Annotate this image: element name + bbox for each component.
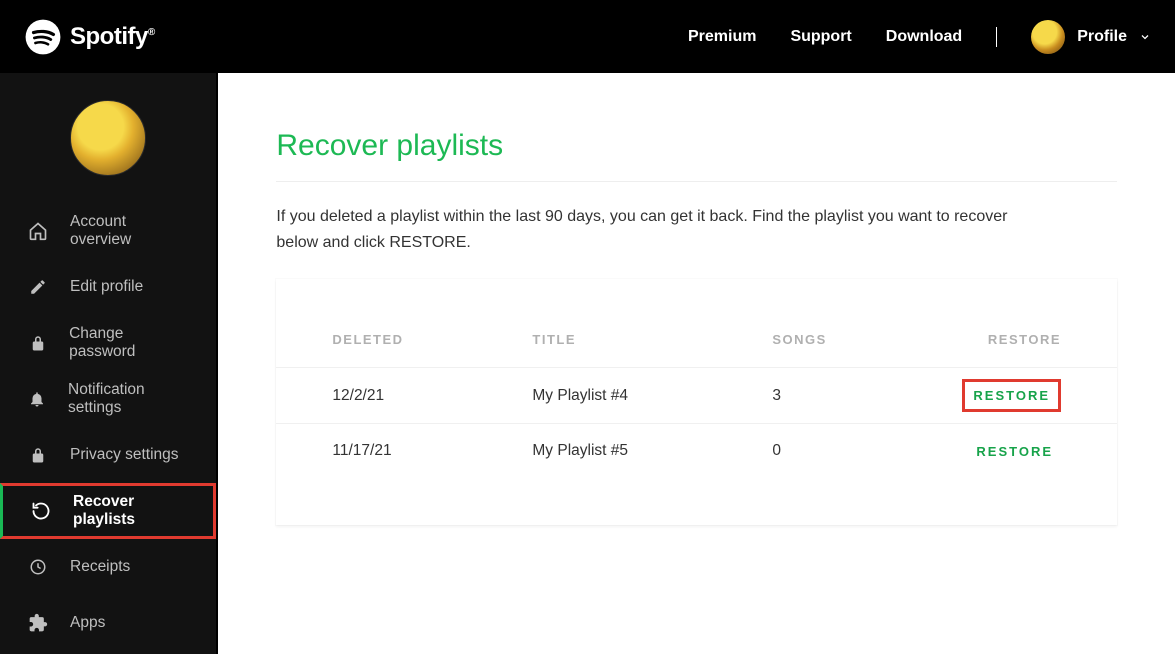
bell-icon (28, 389, 46, 409)
sidebar: Account overview Edit profile Change pas… (0, 73, 218, 654)
cell-deleted: 12/2/21 (332, 387, 532, 405)
table-row: 11/17/21 My Playlist #5 0 RESTORE (276, 423, 1117, 479)
sidebar-item-edit-profile[interactable]: Edit profile (0, 259, 216, 315)
restore-button[interactable]: RESTORE (962, 379, 1061, 412)
col-restore: RESTORE (962, 332, 1061, 347)
page-title: Recover playlists (276, 129, 1117, 163)
sidebar-item-label: Apps (70, 614, 105, 632)
chevron-down-icon (1139, 31, 1151, 43)
body: Account overview Edit profile Change pas… (0, 73, 1175, 654)
sidebar-item-change-password[interactable]: Change password (0, 315, 216, 371)
sidebar-item-notification-settings[interactable]: Notification settings (0, 371, 216, 427)
cell-deleted: 11/17/21 (332, 442, 532, 460)
table-row: 12/2/21 My Playlist #4 3 RESTORE (276, 367, 1117, 423)
cell-title: My Playlist #5 (532, 442, 772, 460)
cell-songs: 0 (772, 442, 962, 460)
divider (276, 181, 1117, 182)
cell-title: My Playlist #4 (532, 387, 772, 405)
refresh-icon (31, 501, 51, 521)
avatar-small (1031, 20, 1065, 54)
cell-restore: RESTORE (962, 379, 1061, 412)
sidebar-item-recover-playlists[interactable]: Recover playlists (0, 483, 216, 539)
lock-icon (28, 333, 47, 353)
header: Spotify® Premium Support Download Profil… (0, 0, 1175, 73)
logo-area[interactable]: Spotify® (24, 18, 155, 56)
nav-support[interactable]: Support (790, 28, 851, 46)
pencil-icon (28, 277, 48, 297)
page-description: If you deleted a playlist within the las… (276, 204, 1036, 255)
sidebar-item-account-overview[interactable]: Account overview (0, 203, 216, 259)
brand-text: Spotify® (70, 23, 155, 51)
puzzle-icon (28, 613, 48, 633)
sidebar-item-label: Change password (69, 325, 188, 361)
cell-songs: 3 (772, 387, 962, 405)
main-content: Recover playlists If you deleted a playl… (218, 73, 1175, 654)
col-deleted: DELETED (332, 332, 532, 347)
nav-profile[interactable]: Profile (1031, 20, 1151, 54)
sidebar-item-privacy-settings[interactable]: Privacy settings (0, 427, 216, 483)
clock-icon (28, 557, 48, 577)
nav-divider (996, 27, 997, 47)
sidebar-item-apps[interactable]: Apps (0, 595, 216, 651)
sidebar-item-receipts[interactable]: Receipts (0, 539, 216, 595)
sidebar-item-label: Edit profile (70, 278, 143, 296)
table-header: DELETED TITLE SONGS RESTORE (276, 311, 1117, 367)
spotify-logo-icon (24, 18, 62, 56)
sidebar-item-label: Account overview (70, 213, 188, 249)
sidebar-item-label: Privacy settings (70, 446, 179, 464)
header-nav: Premium Support Download Profile (688, 20, 1151, 54)
playlist-table: DELETED TITLE SONGS RESTORE 12/2/21 My P… (276, 279, 1117, 525)
restore-button[interactable]: RESTORE (968, 438, 1061, 465)
profile-label: Profile (1077, 28, 1127, 46)
lock-icon (28, 445, 48, 465)
sidebar-avatar-wrap (0, 73, 216, 203)
sidebar-item-label: Receipts (70, 558, 130, 576)
cell-restore: RESTORE (962, 438, 1061, 465)
nav-download[interactable]: Download (886, 28, 962, 46)
col-title: TITLE (532, 332, 772, 347)
col-songs: SONGS (772, 332, 962, 347)
sidebar-item-label: Notification settings (68, 381, 188, 417)
avatar-large[interactable] (70, 100, 146, 176)
sidebar-item-label: Recover playlists (73, 493, 185, 529)
nav-premium[interactable]: Premium (688, 28, 756, 46)
home-icon (28, 221, 48, 241)
